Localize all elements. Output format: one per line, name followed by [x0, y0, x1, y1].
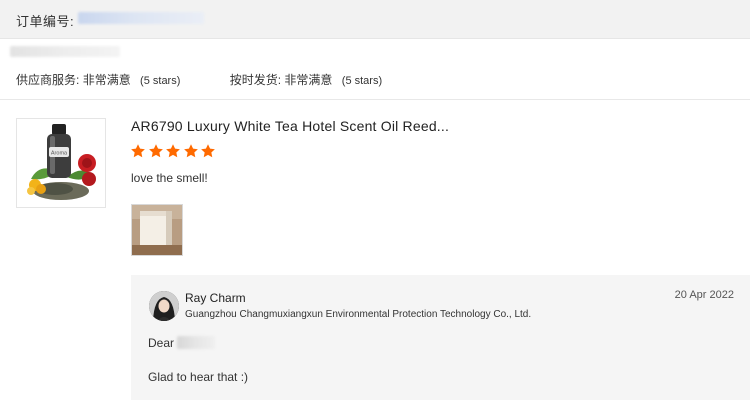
product-brand-text: Aroma [51, 151, 68, 157]
seller-reply: Ray Charm Guangzhou Changmuxiangxun Envi… [131, 275, 750, 400]
rating-supplier-service: 供应商服务: 非常满意 (5 stars) [16, 71, 180, 88]
product-title[interactable]: AR6790 Luxury White Tea Hotel Scent Oil … [131, 118, 449, 134]
seller-name: Ray Charm [185, 291, 246, 305]
rating-count: (5 stars) [341, 75, 383, 87]
review-photo[interactable] [131, 204, 183, 256]
rating-label: 按时发货: [229, 73, 282, 87]
order-number-redacted [78, 12, 204, 24]
seller-company: Guangzhou Changmuxiangxun Environmental … [185, 309, 532, 320]
order-header: 订单编号: [0, 0, 750, 39]
product-thumbnail[interactable]: Aroma [16, 118, 106, 208]
star-icon [183, 144, 198, 158]
product-image: Aroma [27, 124, 96, 200]
buyer-info-redacted [10, 46, 120, 57]
star-icon [131, 144, 145, 158]
seller-avatar [149, 291, 179, 321]
star-icon [201, 144, 215, 158]
rating-value: 非常满意 [284, 73, 333, 87]
review-page: 订单编号: 供应商服务: 非常满意 (5 stars) 按时发货: 非常满意 (… [0, 0, 750, 400]
rating-label: 供应商服务: [16, 73, 80, 87]
star-icon [148, 144, 163, 158]
order-number-label: 订单编号: [16, 14, 75, 29]
seller-avatar-image [149, 291, 179, 321]
star-icon [166, 144, 180, 158]
rating-count: (5 stars) [140, 75, 181, 87]
reply-message: Glad to hear that :) [148, 370, 249, 384]
rating-value: 非常满意 [82, 73, 131, 87]
buyer-name-redacted [177, 336, 215, 349]
supplier-ratings: 供应商服务: 非常满意 (5 stars) 按时发货: 非常满意 (5 star… [16, 71, 428, 88]
reply-date: 20 Apr 2022 [674, 289, 734, 301]
reply-greeting: Dear [148, 336, 175, 350]
review-text: love the smell! [131, 171, 208, 185]
review-star-rating [130, 143, 218, 161]
rating-on-time-delivery: 按时发货: 非常满意 (5 stars) [230, 71, 382, 88]
review-photo-image [132, 205, 182, 255]
section-divider [0, 99, 750, 100]
